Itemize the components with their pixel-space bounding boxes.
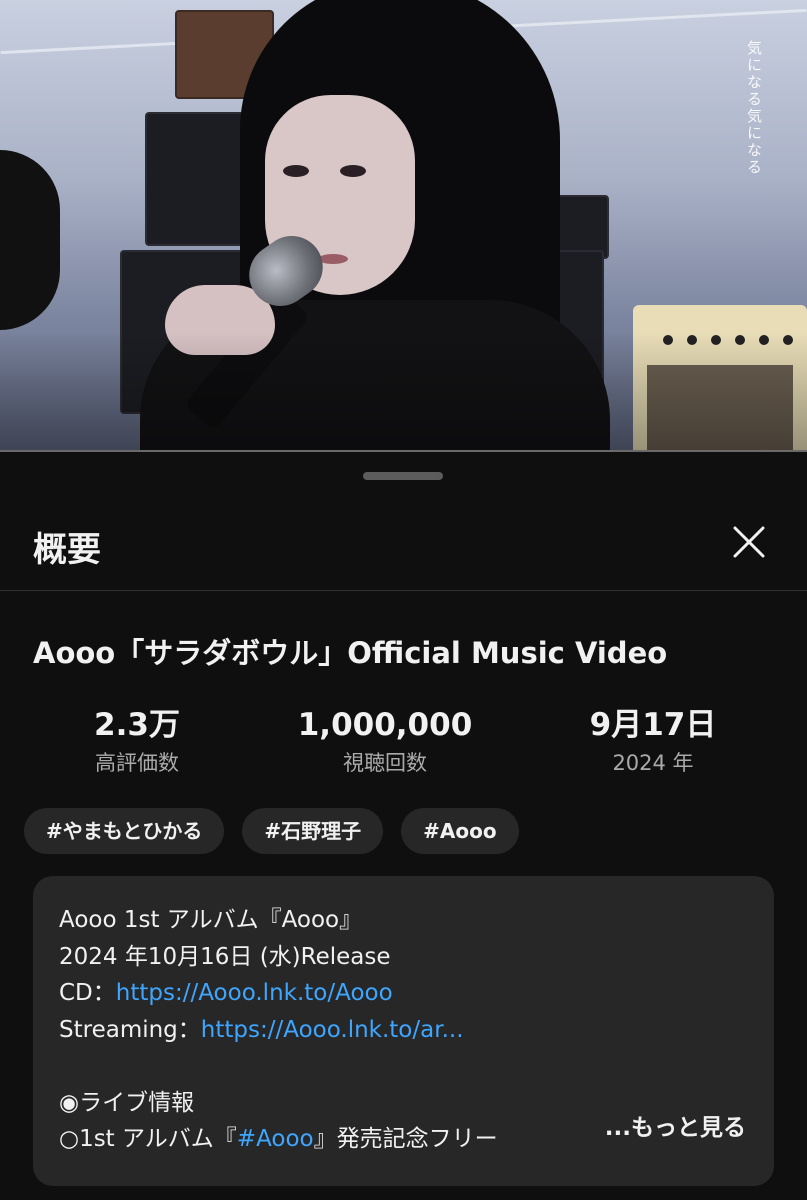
publish-date: 9月17日 [589,707,717,743]
publish-year: 2024 年 [612,751,694,775]
sheet-title: 概要 [33,530,101,570]
hashtag-list: #やまもとひかる #石野理子 #Aooo [24,808,519,854]
description-line: 2024 年10月16日 (水)Release [59,943,391,970]
date-stat: 9月17日 2024 年 [533,704,773,780]
live-info-prefix: ○1st アルバム『 [59,1126,237,1152]
streaming-label: Streaming： [59,1016,201,1043]
left-shadow [0,150,60,330]
sheet-header: 概要 [0,500,807,590]
description-sheet: 概要 Aooo「サラダボウル」Official Music Video 2.3万… [0,452,807,1200]
likes-stat: 2.3万 高評価数 [17,704,257,780]
hashtag-chip[interactable]: #やまもとひかる [24,808,225,854]
description-box[interactable]: Aooo 1st アルバム『Aooo』 2024 年10月16日 (水)Rele… [33,876,774,1186]
cd-link[interactable]: https://Aooo.lnk.to/Aooo [116,980,393,1006]
eye-left [283,165,309,177]
cd-label: CD： [59,980,116,1006]
views-label: 視聴回数 [343,751,427,775]
description-line: Streaming：https://Aooo.lnk.to/ar... [59,1012,759,1049]
video-player[interactable]: 気になる気になる [0,0,807,452]
likes-count: 2.3万 [94,707,180,743]
live-info-suffix: 』発売記念フリー [313,1126,498,1152]
video-title: Aooo「サラダボウル」Official Music Video [33,636,668,670]
hashtag-chip[interactable]: #Aooo [401,808,519,854]
hashtag-chip[interactable]: #石野理子 [242,808,384,854]
close-icon [733,526,765,558]
streaming-link[interactable]: https://Aooo.lnk.to/ar... [201,1017,464,1043]
views-stat: 1,000,000 視聴回数 [265,704,505,780]
description-line: Aooo 1st アルバム『Aooo』 [59,907,363,933]
eye-right [340,165,366,177]
likes-label: 高評価数 [95,751,179,775]
drag-handle[interactable] [363,472,443,480]
description-blank-line [59,1048,759,1085]
hashtag-link[interactable]: #Aooo [237,1126,314,1152]
video-shade [0,332,807,452]
close-button[interactable] [727,520,771,564]
show-more-button[interactable]: ...もっと見る [564,1109,746,1146]
video-overlay-text: 気になる気になる [745,40,763,176]
header-divider [0,590,807,591]
description-line: CD：https://Aooo.lnk.to/Aooo [59,975,759,1012]
views-count: 1,000,000 [297,707,473,743]
